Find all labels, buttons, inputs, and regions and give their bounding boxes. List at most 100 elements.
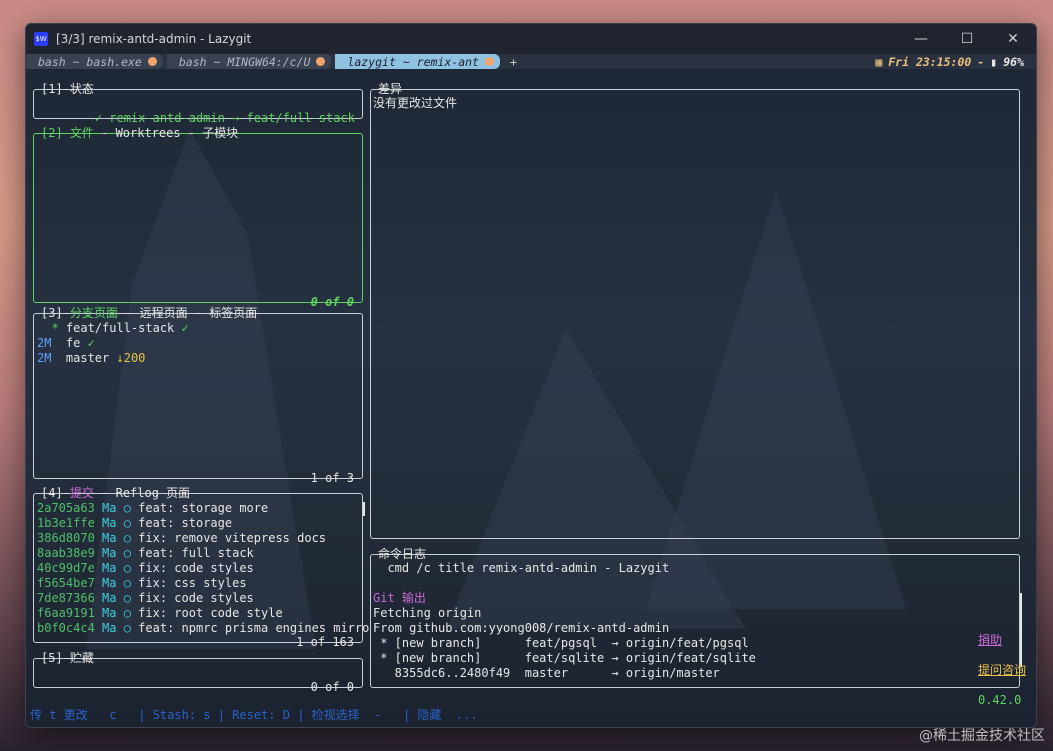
commit-row[interactable]: 7de87366 Ma ○ fix: code styles	[37, 591, 254, 606]
tab-lazygit[interactable]: lazygit ~ remix-ant	[335, 54, 500, 69]
status-separator: -	[977, 54, 985, 69]
diff-panel[interactable]: 差异 没有更改过文件	[370, 82, 1020, 539]
branch-status: ↓200	[109, 351, 146, 365]
log-line: cmd /c title remix-antd-admin - Lazygit	[373, 561, 670, 575]
commit-message: fix: code styles	[138, 591, 254, 605]
commit-node-icon: ○	[116, 576, 139, 590]
log-section-header: Git 输出	[373, 591, 426, 605]
diff-panel-title: 差异	[378, 82, 403, 96]
commits-scrollbar[interactable]	[363, 502, 365, 516]
commit-node-icon: ○	[116, 606, 139, 620]
branches-panel-title[interactable]: [3]-分支页面 - 远程页面 - 标签页面	[40, 306, 258, 321]
commit-message: fix: remove vitepress docs	[138, 531, 327, 545]
commit-row[interactable]: 386d8070 Ma ○ fix: remove vitepress docs	[37, 531, 326, 546]
commit-message: feat: storage	[138, 516, 233, 530]
commits-panel-number: [4]-	[41, 486, 70, 500]
new-tab-button[interactable]: +	[504, 54, 523, 69]
tab-bar: bash ~ bash.exe bash ~ MINGW64:/c/U lazy…	[26, 54, 1036, 69]
reflog-tab[interactable]: - Reflog 页面	[94, 486, 190, 500]
commit-node-icon: ○	[116, 531, 139, 545]
status-area: ▦ Fri 23:15:00 - ▮ 96%	[875, 54, 1024, 69]
files-count: 0 of 0	[310, 295, 354, 309]
log-line: From github.com:yyong008/remix-antd-admi…	[373, 621, 670, 635]
commit-row[interactable]: 40c99d7e Ma ○ fix: code styles	[37, 561, 254, 576]
commit-row[interactable]: 8aab38e9 Ma ○ feat: full stack	[37, 546, 254, 561]
commit-node-icon: ○	[116, 591, 139, 605]
tab-status-dot-icon	[147, 57, 157, 66]
commit-message: fix: code styles	[138, 561, 254, 575]
files-panel-subtabs[interactable]: - Worktrees - 子模块	[94, 126, 238, 140]
files-panel-title[interactable]: [2]-文件 - Worktrees - 子模块	[40, 126, 239, 141]
files-panel[interactable]: [2]-文件 - Worktrees - 子模块 0 of 0	[33, 126, 363, 309]
branch-status: ✓	[174, 321, 189, 335]
commit-row[interactable]: f6aa9191 Ma ○ fix: root code style	[37, 606, 283, 621]
datetime: Fri 23:15:00	[888, 54, 972, 69]
commit-node-icon: ○	[116, 621, 139, 635]
branch-name: fe	[65, 336, 81, 350]
keybinding-hints: 传 t 更改 c | Stash: s | Reset: D | 检视选择 - …	[30, 708, 478, 722]
tab-label: bash ~ MINGW64:/c/U	[178, 54, 311, 69]
commit-hash: 7de87366	[37, 591, 95, 605]
commit-hash: 8aab38e9	[37, 546, 95, 560]
remotes-tags-tabs[interactable]: - 远程页面 - 标签页面	[118, 306, 257, 320]
window-title: [3/3] remix-antd-admin - Lazygit	[56, 32, 252, 46]
commit-node-icon: ○	[116, 546, 139, 560]
branches-tab[interactable]: 分支页面	[70, 306, 118, 320]
battery-icon: ▮	[990, 54, 998, 69]
command-log-panel[interactable]: 命令日志 cmd /c title remix-antd-admin - Laz…	[370, 547, 1022, 688]
stash-count: 0 of 0	[310, 680, 354, 694]
commits-panel-title[interactable]: [4]-提交 - Reflog 页面	[40, 486, 191, 501]
commit-author: Ma	[102, 531, 117, 545]
tab-status-dot-icon	[316, 57, 326, 66]
ask-question-link[interactable]: 提问咨询	[978, 663, 1026, 677]
terminal-area[interactable]: [1]-状态 ✓ remix-antd-admin → feat/full-st…	[26, 69, 1036, 727]
stash-panel[interactable]: [5]-贮藏 0 of 0	[33, 651, 363, 694]
commits-tab[interactable]: 提交	[70, 486, 94, 500]
calendar-icon: ▦	[875, 54, 883, 69]
commit-row[interactable]: 2a705a63 Ma ○ feat: storage more	[37, 501, 268, 516]
tab-mingw[interactable]: bash ~ MINGW64:/c/U	[166, 54, 332, 69]
commits-panel[interactable]: [4]-提交 - Reflog 页面 2a705a63 Ma ○ feat: s…	[33, 486, 369, 649]
maximize-button[interactable]: ☐	[944, 24, 990, 54]
branches-panel[interactable]: [3]-分支页面 - 远程页面 - 标签页面 * feat/full-stack…	[33, 306, 363, 485]
title-bar: $W [3/3] remix-antd-admin - Lazygit — ☐ …	[26, 24, 1036, 54]
tab-bash[interactable]: bash ~ bash.exe	[26, 54, 163, 69]
commit-author: Ma	[102, 621, 117, 635]
commit-hash: 40c99d7e	[37, 561, 95, 575]
files-tab[interactable]: [2]-文件	[41, 126, 94, 140]
commit-hash: 2a705a63	[37, 501, 95, 515]
donate-link[interactable]: 捐助	[978, 633, 1002, 647]
log-line: * [new branch] feat/pgsql → origin/feat/…	[373, 636, 749, 650]
commit-node-icon: ○	[116, 501, 139, 515]
branch-marker: 2M	[37, 351, 66, 365]
stash-panel-title: [5]-贮藏	[41, 651, 94, 665]
status-panel-title: [1]-状态	[41, 82, 94, 96]
commit-hash: 386d8070	[37, 531, 95, 545]
commit-hash: b0f0c4c4	[37, 621, 95, 635]
close-button[interactable]: ✕	[990, 24, 1036, 54]
tab-label: lazygit ~ remix-ant	[347, 54, 479, 69]
commit-row[interactable]: 1b3e1ffe Ma ○ feat: storage	[37, 516, 232, 531]
commits-count: 1 of 163	[296, 635, 354, 649]
branch-row[interactable]: 2M master ↓200	[37, 351, 145, 366]
commit-row[interactable]: b0f0c4c4 Ma ○ feat: npmrc prisma engines…	[37, 621, 369, 636]
commit-author: Ma	[102, 606, 117, 620]
log-line: * [new branch] feat/sqlite → origin/feat…	[373, 651, 756, 665]
version: 0.42.0	[977, 693, 1022, 707]
watermark: @稀土掘金技术社区	[919, 728, 1045, 744]
branches-count: 1 of 3	[310, 471, 354, 485]
diff-content: 没有更改过文件	[373, 96, 458, 110]
branches-panel-number: [3]-	[41, 306, 70, 320]
bottom-links: 捐助 提问咨询 0.42.0	[935, 618, 1026, 723]
terminal-window: $W [3/3] remix-antd-admin - Lazygit — ☐ …	[25, 23, 1037, 728]
status-panel[interactable]: [1]-状态 ✓ remix-antd-admin → feat/full-st…	[33, 82, 363, 125]
commit-hash: 1b3e1ffe	[37, 516, 95, 530]
commit-hash: f6aa9191	[37, 606, 95, 620]
commit-message: fix: css styles	[138, 576, 247, 590]
branch-row[interactable]: 2M fe ✓	[37, 336, 95, 351]
commit-node-icon: ○	[116, 516, 139, 530]
commit-row[interactable]: f5654be7 Ma ○ fix: css styles	[37, 576, 247, 591]
branch-row[interactable]: * feat/full-stack ✓	[37, 321, 189, 336]
minimize-button[interactable]: —	[898, 24, 944, 54]
branch-name: master	[65, 351, 110, 365]
